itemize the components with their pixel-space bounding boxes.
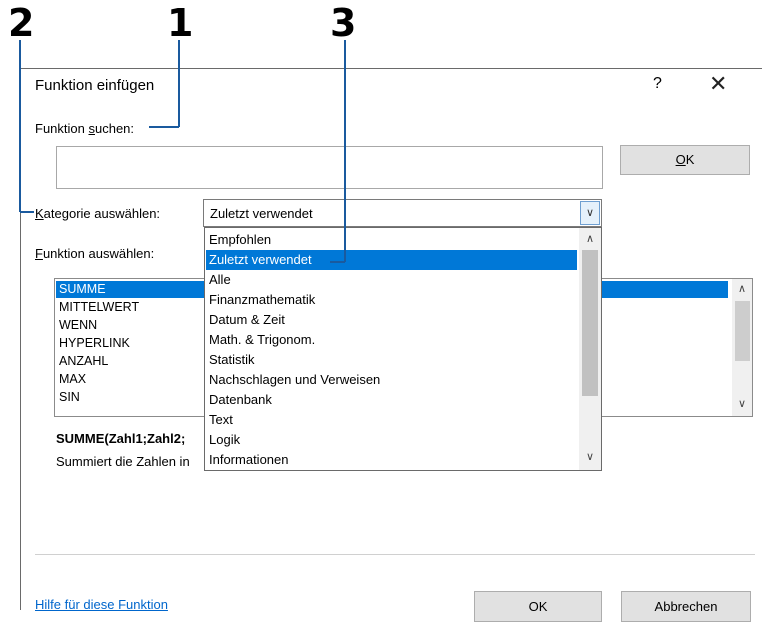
callout-leader-lines: [19, 40, 346, 263]
